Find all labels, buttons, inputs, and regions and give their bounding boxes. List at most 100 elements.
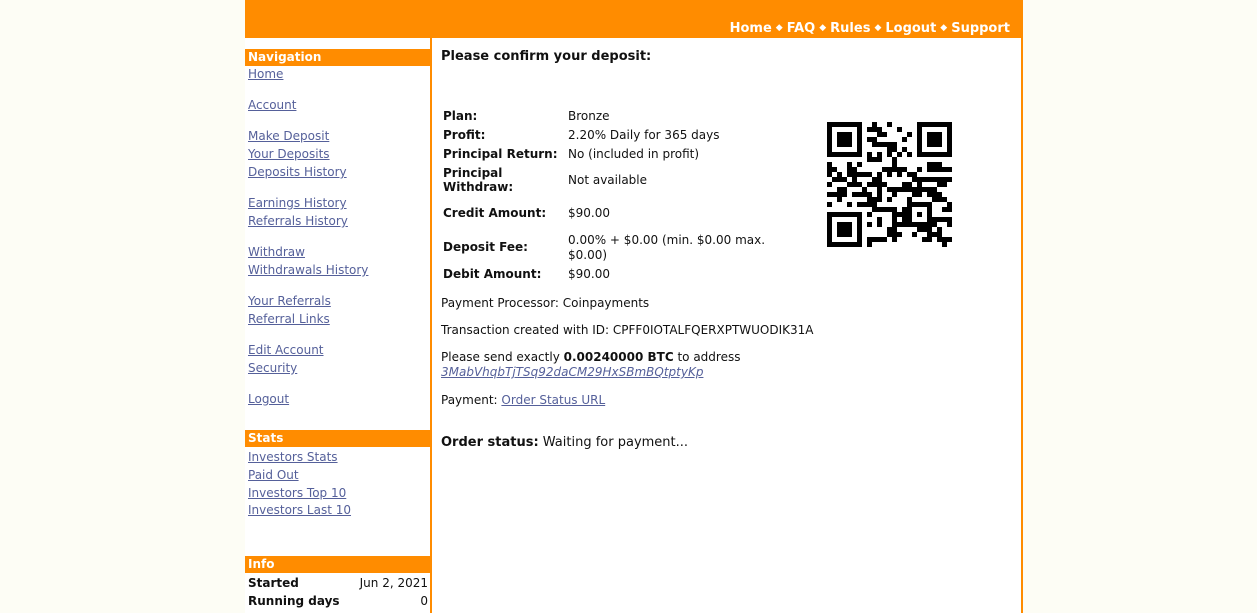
qr-module	[947, 142, 952, 147]
sidebar-link-deposits-history[interactable]: Deposits History	[248, 165, 347, 179]
qr-module	[912, 177, 917, 182]
sidebar-link-referral-links[interactable]: Referral Links	[248, 312, 330, 326]
qr-module	[932, 217, 937, 222]
qr-module	[842, 132, 847, 137]
qr-module	[837, 187, 842, 192]
sidebar-link-logout[interactable]: Logout	[248, 392, 289, 406]
topnav-rules[interactable]: Rules	[830, 21, 870, 36]
sidebar-link-make-deposit[interactable]: Make Deposit	[248, 129, 329, 143]
qr-module	[867, 202, 872, 207]
qr-module	[882, 132, 887, 137]
qr-module	[827, 227, 832, 232]
info-running-value: 0	[420, 594, 428, 608]
qr-module	[912, 187, 917, 192]
qr-module	[917, 132, 922, 137]
qr-module	[917, 137, 922, 142]
qr-module	[877, 192, 882, 197]
qr-module	[907, 152, 912, 157]
qr-module	[827, 192, 832, 197]
qr-module	[827, 182, 832, 187]
qr-module	[912, 192, 917, 197]
qr-module	[887, 232, 892, 237]
topnav-separator: ◆	[940, 23, 948, 33]
qr-module	[872, 182, 877, 187]
qr-module	[917, 152, 922, 157]
qr-module	[847, 137, 852, 142]
principal-return-label: Principal Return:	[443, 147, 558, 161]
qr-module	[857, 232, 862, 237]
qr-module	[832, 177, 837, 182]
qr-module	[842, 187, 847, 192]
debit-amount-label: Debit Amount:	[443, 267, 542, 281]
qr-module	[947, 167, 952, 172]
qr-module	[872, 122, 877, 127]
qr-module	[892, 167, 897, 172]
sidebar-link-security[interactable]: Security	[248, 361, 297, 375]
sidebar-link-referrals-history[interactable]: Referrals History	[248, 214, 348, 228]
qr-module	[922, 152, 927, 157]
info-heading: Info	[245, 556, 430, 573]
qr-module	[927, 192, 932, 197]
qr-module	[927, 122, 932, 127]
qr-module	[857, 142, 862, 147]
sidebar-link-investors-stats[interactable]: Investors Stats	[248, 450, 338, 464]
qr-module	[842, 122, 847, 127]
qr-module	[897, 222, 902, 227]
payment-prefix: Payment:	[441, 393, 502, 407]
qr-module	[947, 202, 952, 207]
qr-module	[932, 167, 937, 172]
navigation-heading: Navigation	[245, 49, 430, 66]
sidebar-link-withdrawals-history[interactable]: Withdrawals History	[248, 263, 368, 277]
order-status-label: Order status:	[441, 435, 539, 450]
qr-module	[837, 197, 842, 202]
qr-module	[897, 167, 902, 172]
qr-module	[937, 167, 942, 172]
sidebar-link-paid-out[interactable]: Paid Out	[248, 468, 299, 482]
sidebar-link-investors-last[interactable]: Investors Last 10	[248, 503, 351, 517]
topnav-home[interactable]: Home	[730, 21, 772, 36]
qr-module	[842, 177, 847, 182]
qr-module	[867, 127, 872, 132]
qr-module	[887, 187, 892, 192]
qr-module	[932, 152, 937, 157]
qr-module	[857, 162, 862, 167]
qr-module	[897, 172, 902, 177]
qr-module	[832, 212, 837, 217]
qr-module	[937, 182, 942, 187]
qr-module	[882, 207, 887, 212]
send-amount-line: Please send exactly 0.00240000 BTC to ad…	[441, 350, 740, 364]
qr-module	[892, 192, 897, 197]
sidebar-link-earnings-history[interactable]: Earnings History	[248, 196, 347, 210]
qr-module	[947, 137, 952, 142]
qr-module	[842, 152, 847, 157]
sidebar-link-account[interactable]: Account	[248, 98, 296, 112]
qr-module	[867, 237, 872, 242]
qr-module	[937, 192, 942, 197]
qr-module	[932, 177, 937, 182]
principal-withdraw-label-line2: Withdraw:	[443, 180, 514, 194]
order-status-url-link[interactable]: Order Status URL	[501, 393, 605, 407]
topnav-faq[interactable]: FAQ	[787, 21, 816, 36]
qr-module	[927, 187, 932, 192]
qr-module	[837, 227, 842, 232]
sidebar-link-your-deposits[interactable]: Your Deposits	[248, 147, 330, 161]
qr-module	[857, 152, 862, 157]
qr-module	[832, 152, 837, 157]
sidebar-link-withdraw[interactable]: Withdraw	[248, 245, 305, 259]
topnav-logout[interactable]: Logout	[885, 21, 936, 36]
btc-address-link[interactable]: 3MabVhqbTjTSq92daCM29HxSBmBQtptyKp	[441, 365, 703, 379]
qr-module	[827, 217, 832, 222]
sidebar-link-your-referrals[interactable]: Your Referrals	[248, 294, 331, 308]
qr-module	[927, 167, 932, 172]
sidebar-link-investors-top[interactable]: Investors Top 10	[248, 486, 346, 500]
qr-module	[912, 232, 917, 237]
qr-module	[887, 197, 892, 202]
sidebar-link-home[interactable]: Home	[248, 67, 283, 81]
qr-module	[867, 222, 872, 227]
qr-module	[867, 212, 872, 217]
sidebar-link-edit-account[interactable]: Edit Account	[248, 343, 324, 357]
qr-module	[947, 217, 952, 222]
qr-module	[927, 227, 932, 232]
principal-withdraw-label-line1: Principal	[443, 166, 503, 180]
topnav-support[interactable]: Support	[951, 21, 1010, 36]
